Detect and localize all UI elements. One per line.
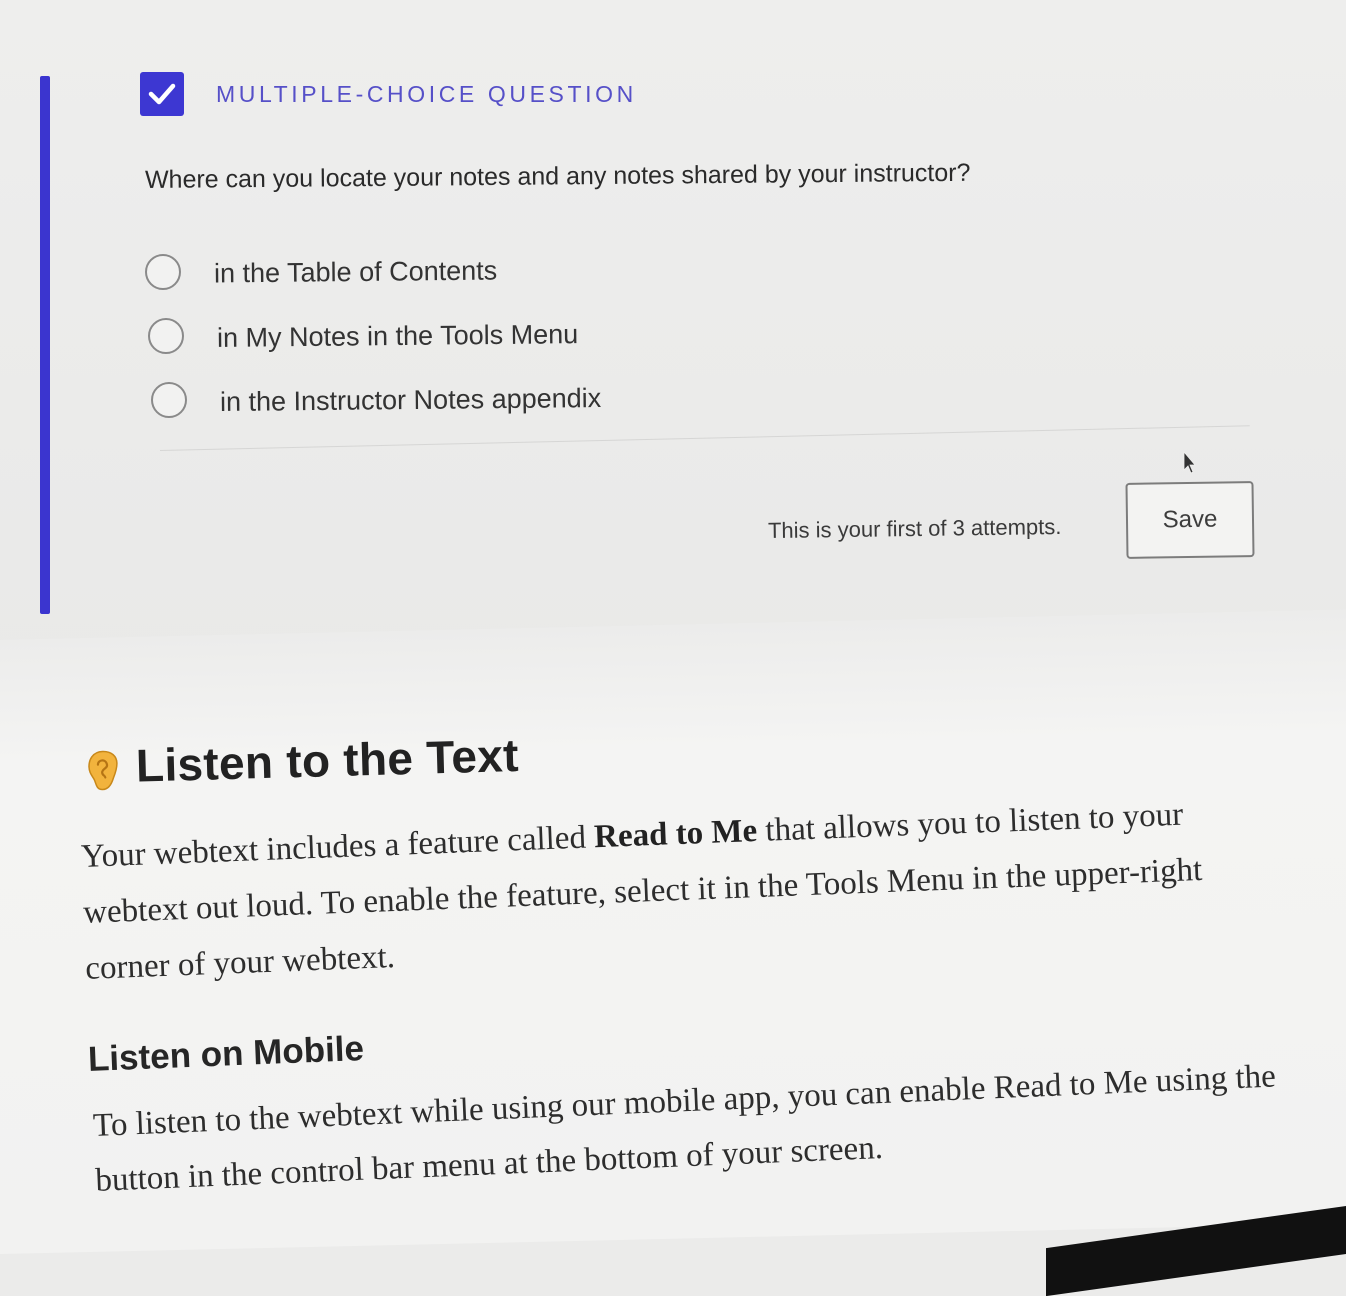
question-card: MULTIPLE-CHOICE QUESTION Where can you l… [0,0,1346,690]
answer-options: in the Table of Contents in My Notes in … [145,240,601,432]
answer-option-label: in My Notes in the Tools Menu [216,318,579,353]
save-button[interactable]: Save [1125,481,1255,559]
radio-button[interactable] [151,382,187,418]
answer-option-label: in the Instructor Notes appendix [219,382,602,417]
paragraph-text: Your webtext includes a feature called [80,819,595,875]
answer-option[interactable]: in the Table of Contents [145,240,601,304]
question-type-header: MULTIPLE-CHOICE QUESTION [140,72,637,116]
radio-button[interactable] [148,318,184,354]
question-accent-bar [40,76,50,614]
feature-name: Read to Me [593,813,758,856]
question-text: Where can you locate your notes and any … [144,158,971,194]
answer-option[interactable]: in My Notes in the Tools Menu [148,304,601,368]
question-type-label: MULTIPLE-CHOICE QUESTION [216,80,637,107]
section-title: Listen to the Text [135,728,520,792]
mouse-cursor-icon [1183,450,1196,474]
attempts-text: This is your first of 3 attempts. [767,513,1062,544]
answer-option-label: in the Table of Contents [213,255,498,288]
radio-button[interactable] [145,254,181,290]
answer-option[interactable]: in the Instructor Notes appendix [151,368,601,432]
ear-icon [88,750,118,791]
checkbox-check-icon [140,72,184,116]
